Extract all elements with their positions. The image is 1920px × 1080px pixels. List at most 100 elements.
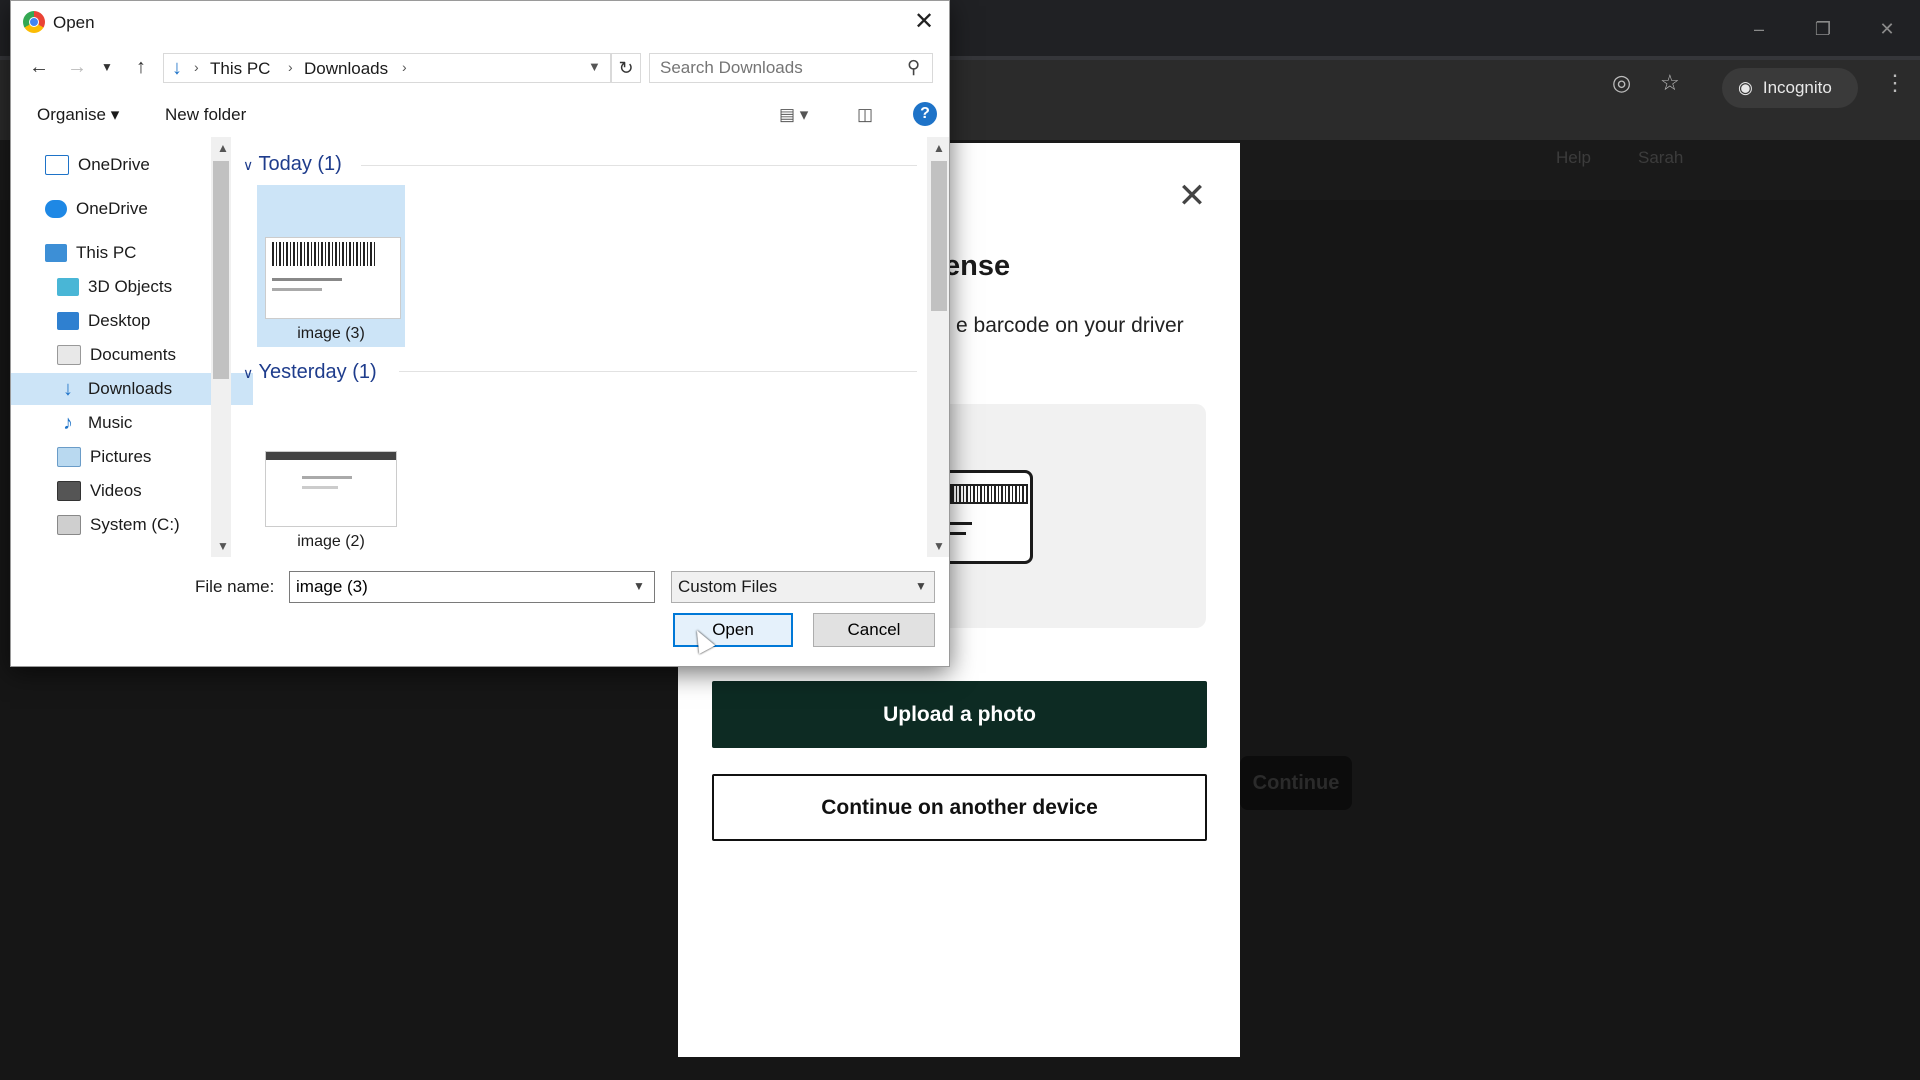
modal-title: ense [944,250,1011,282]
computer-icon [45,244,67,262]
card-line [948,532,966,535]
file-name-input[interactable] [289,571,655,603]
incognito-badge[interactable]: ◉ Incognito [1722,68,1858,108]
barcode-icon [950,484,1028,504]
breadcrumb-separator: › [402,59,407,75]
nav-item-label: System (C:) [90,515,180,534]
scroll-up-icon[interactable]: ▲ [217,141,229,155]
recent-locations-icon[interactable]: ▼ [93,53,121,81]
file-pane-scrollbar-thumb[interactable] [931,161,947,311]
pictures-icon [57,447,81,467]
user-menu[interactable]: Sarah [1638,148,1683,168]
help-icon[interactable]: ? [913,102,937,126]
group-header-label: Today (1) [258,153,342,175]
thumbnail-line [302,486,338,489]
nav-item-label: Pictures [90,447,152,466]
thumbnail-line [302,476,352,479]
thumbnail-line [272,288,322,291]
incognito-label: Incognito [1762,78,1832,97]
window-close-icon[interactable]: ✕ [1872,14,1902,44]
chevron-down-icon: ∨ [243,365,254,381]
downloads-icon: ↓ [63,378,73,400]
up-icon[interactable]: ↑ [127,53,155,81]
nav-item-label: Downloads [88,379,173,398]
breadcrumb[interactable]: ↓ › This PC › Downloads › ▼ [163,53,611,83]
incognito-icon: ◉ [1738,78,1753,97]
group-divider [361,165,917,166]
desktop-icon [57,312,79,330]
barcode-icon [272,242,376,266]
nav-item-this-pc[interactable]: This PC [11,237,241,269]
nav-item-onedrive-business[interactable]: OneDrive [11,149,241,181]
dialog-title: Open [53,13,95,32]
file-open-dialog: Open ✕ ← → ▼ ↑ ↓ › This PC › Downloads ›… [10,0,950,667]
back-icon[interactable]: ← [25,53,53,81]
organise-label: Organise [37,105,106,124]
nav-item-label: OneDrive [76,199,148,218]
downloads-icon: ↓ [172,57,182,79]
documents-icon [57,345,81,365]
nav-item-label: Videos [90,481,142,500]
star-icon[interactable]: ☆ [1660,70,1680,106]
file-item-image-2[interactable] [265,451,397,527]
continue-another-device-button[interactable]: Continue on another device [712,774,1207,841]
file-thumbnail [265,237,401,319]
card-line [948,522,972,525]
open-button[interactable]: Open [673,613,793,647]
modal-close-icon[interactable]: ✕ [1176,179,1208,213]
scroll-up-icon[interactable]: ▲ [933,141,945,155]
new-folder-button[interactable]: New folder [165,105,246,125]
navigation-scrollbar-thumb[interactable] [213,161,229,379]
minimize-icon[interactable]: – [1744,14,1774,44]
drive-icon [57,515,81,535]
scroll-down-icon[interactable]: ▼ [933,539,945,553]
nav-item-onedrive[interactable]: OneDrive [11,193,241,225]
file-type-select[interactable]: Custom Files [671,571,935,603]
dialog-close-icon[interactable]: ✕ [909,7,939,37]
refresh-icon[interactable]: ↻ [611,53,641,83]
nav-item-label: Desktop [88,311,151,330]
thumbnail-header [266,452,396,460]
search-icon: ⚲ [907,57,921,77]
onedrive-business-icon [45,155,69,175]
group-header-yesterday[interactable]: ∨ Yesterday (1) [243,361,377,384]
forward-icon[interactable]: → [63,53,91,81]
breadcrumb-this-pc[interactable]: This PC [210,59,270,79]
file-name-label: image (3) [297,325,365,342]
group-header-label: Yesterday (1) [258,361,377,383]
nav-item-label: OneDrive [78,155,150,174]
breadcrumb-separator: › [194,59,199,75]
nav-item-label: 3D Objects [88,277,173,296]
nav-item-label: This PC [76,243,137,262]
modal-description: e barcode on your driver [956,314,1184,337]
file-name-label: image (2) [297,533,365,550]
chevron-down-icon: ∨ [243,157,254,173]
cancel-button[interactable]: Cancel [813,613,935,647]
3d-objects-icon [57,278,79,296]
organise-menu[interactable]: Organise ▾ [37,105,119,125]
menu-icon[interactable]: ⋮ [1884,70,1906,106]
nav-item-label: Music [88,413,133,432]
thumbnail-line [272,278,342,281]
restore-icon[interactable]: ❐ [1808,14,1838,44]
group-header-today[interactable]: ∨ Today (1) [243,153,342,176]
chrome-icon [23,11,45,33]
view-options-icon[interactable]: ▤ ▾ [779,105,808,125]
address-dropdown-icon[interactable]: ▼ [588,59,601,74]
onedrive-icon [45,200,67,218]
chevron-down-icon[interactable]: ▼ [915,579,927,593]
breadcrumb-downloads[interactable]: Downloads [304,59,388,79]
videos-icon [57,481,81,501]
dialog-titlebar[interactable] [11,1,949,43]
upload-photo-button[interactable]: Upload a photo [712,681,1207,748]
file-name-label: File name: [195,577,275,596]
background-continue-button: Continue [1240,756,1352,810]
preview-pane-icon[interactable]: ◫ [857,105,873,125]
search-input[interactable] [649,53,933,83]
breadcrumb-separator: › [288,59,293,75]
scroll-down-icon[interactable]: ▼ [217,539,229,553]
chevron-down-icon[interactable]: ▼ [633,579,645,593]
eye-off-icon[interactable]: ◎ [1612,70,1631,106]
help-link[interactable]: Help [1556,148,1591,168]
navigation-pane: OneDrive OneDrive This PC 3D Objects Des… [11,137,253,557]
